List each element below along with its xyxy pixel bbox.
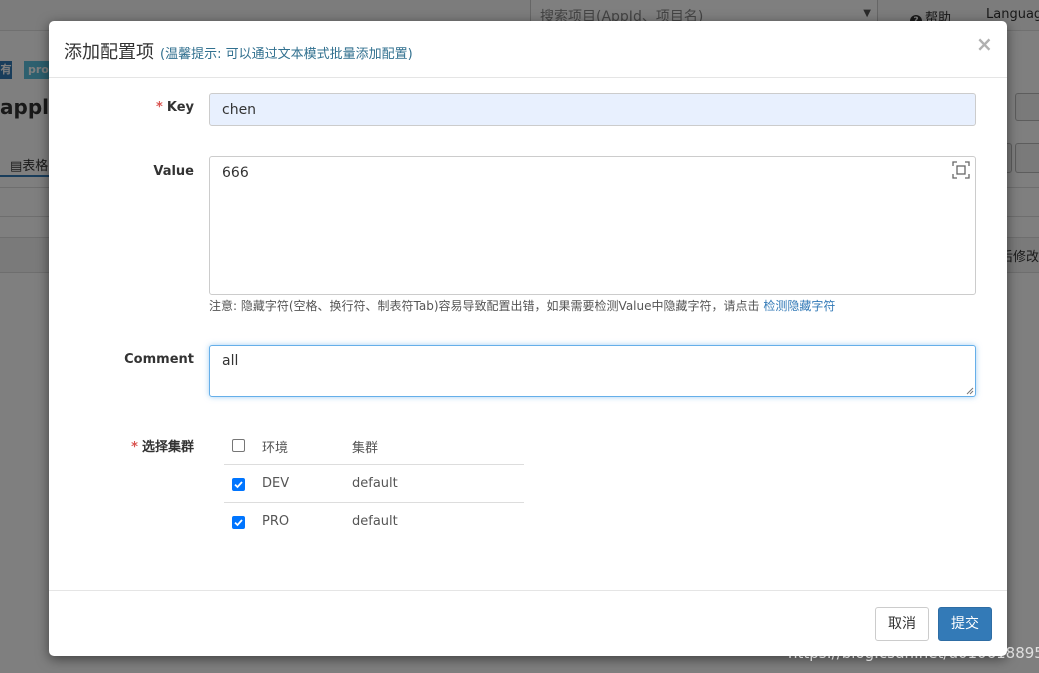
cluster-table: 环境 集群 DEV default PRO default: [224, 426, 524, 540]
hidden-chars-note: 注意: 隐藏字符(空格、换行符、制表符Tab)容易导致配置出错，如果需要检测Va…: [209, 297, 835, 314]
value-label: Value: [153, 164, 194, 179]
comment-text: all: [222, 353, 239, 369]
dev-checkbox[interactable]: [232, 478, 245, 491]
fullscreen-icon[interactable]: [952, 161, 970, 179]
watermark: https://blog.csdn.net/u010618895: [788, 644, 1039, 662]
modal-header: 添加配置项 (温馨提示: 可以通过文本模式批量添加配置) ×: [49, 21, 1007, 78]
modal-title: 添加配置项 (温馨提示: 可以通过文本模式批量添加配置): [64, 38, 413, 64]
value-textarea[interactable]: 666: [209, 156, 976, 295]
submit-button[interactable]: 提交: [938, 607, 992, 641]
cluster-row-pro: PRO default: [224, 502, 524, 540]
comment-label: Comment: [124, 352, 194, 367]
cluster-label: * 选择集群: [59, 436, 194, 455]
modal-subtitle: (温馨提示: 可以通过文本模式批量添加配置): [160, 47, 413, 62]
key-input[interactable]: [209, 93, 976, 126]
modal-title-text: 添加配置项: [64, 42, 154, 63]
cluster-row-dev: DEV default: [224, 464, 524, 502]
close-icon[interactable]: ×: [976, 34, 993, 54]
note-text: 注意: 隐藏字符(空格、换行符、制表符Tab)容易导致配置出错，如果需要检测Va…: [209, 299, 760, 313]
cluster-column-header: 集群: [352, 441, 379, 456]
cluster-name: default: [352, 514, 398, 529]
cluster-label-text: 选择集群: [141, 440, 194, 455]
pro-checkbox[interactable]: [232, 516, 245, 529]
cancel-button[interactable]: 取消: [875, 607, 929, 641]
required-marker: *: [156, 100, 163, 115]
cluster-env: PRO: [262, 514, 290, 529]
select-all-checkbox[interactable]: [232, 439, 245, 452]
check-icon: [234, 519, 243, 527]
required-marker: *: [131, 440, 138, 455]
resize-grip-icon[interactable]: [966, 387, 974, 395]
value-text: 666: [222, 165, 249, 181]
env-column-header: 环境: [262, 441, 289, 456]
cluster-env: DEV: [262, 476, 290, 491]
cluster-header-row: 环境 集群: [224, 426, 524, 464]
key-label-text: Key: [166, 100, 194, 115]
comment-textarea[interactable]: all: [209, 345, 976, 397]
key-label: * Key: [59, 100, 194, 115]
detect-hidden-chars-link[interactable]: 检测隐藏字符: [763, 299, 835, 313]
check-icon: [234, 481, 243, 489]
add-config-modal: 添加配置项(温馨提示: 可以通过文本模式批量添加配置) × *Key Value…: [49, 21, 1007, 656]
cluster-name: default: [352, 476, 398, 491]
